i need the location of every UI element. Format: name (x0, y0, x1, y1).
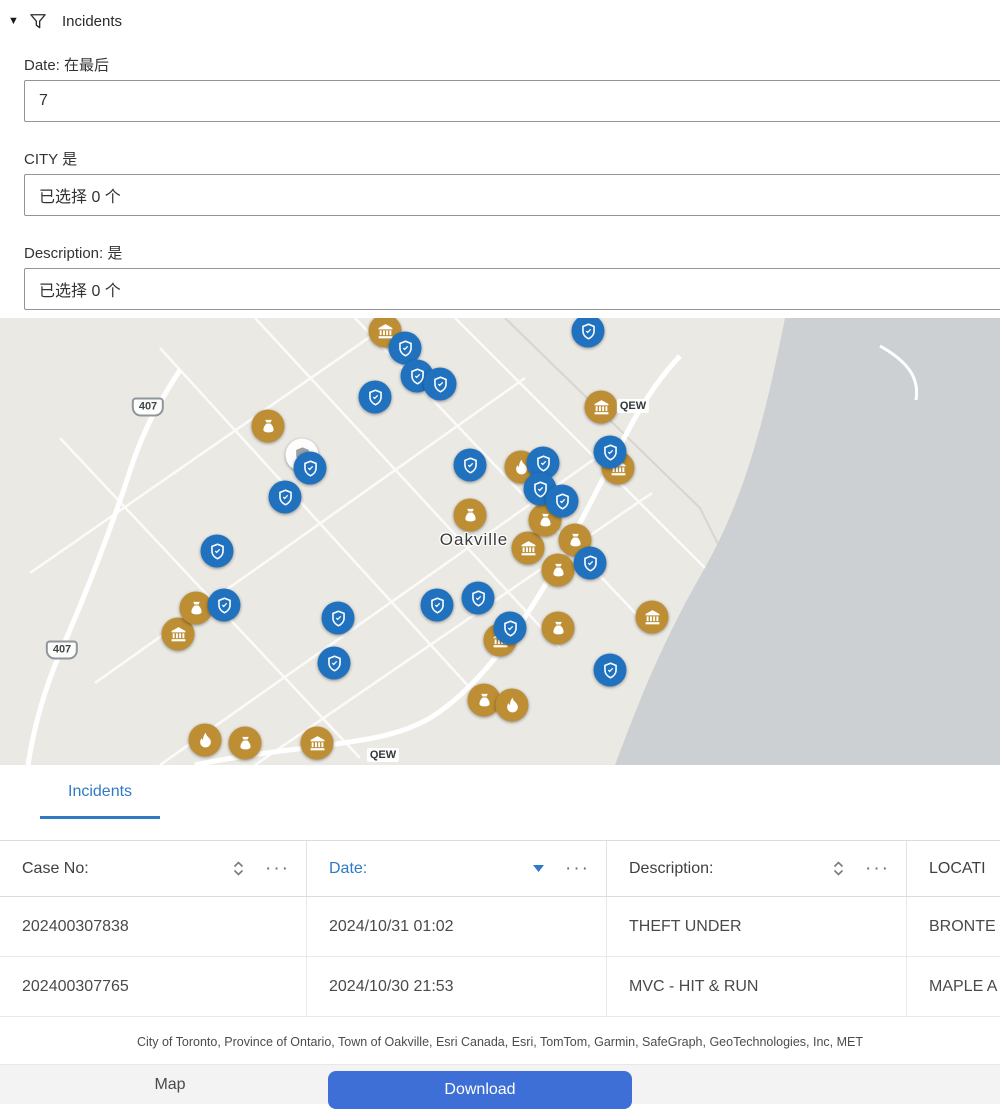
incident-marker-theft[interactable] (252, 410, 285, 443)
sort-icon[interactable] (832, 861, 845, 876)
filter-funnel-icon (28, 11, 48, 31)
incident-marker-theft[interactable] (542, 612, 575, 645)
incident-marker-police[interactable] (201, 535, 234, 568)
incident-marker-police[interactable] (594, 654, 627, 687)
filter-field-city: CITY 是 已选择 0 个 (24, 148, 1000, 216)
incident-marker-bank[interactable] (512, 532, 545, 565)
filter-field-date-label: Date: 在最后 (24, 54, 1000, 72)
filter-field-date: Date: 在最后 7 (24, 54, 1000, 122)
column-menu-icon[interactable]: ··· (265, 859, 290, 878)
incident-marker-police[interactable] (359, 381, 392, 414)
incident-marker-police[interactable] (454, 449, 487, 482)
filter-title: Incidents (62, 13, 122, 30)
city-select[interactable]: 已选择 0 个 (24, 174, 1000, 216)
incident-marker-theft[interactable] (542, 554, 575, 587)
incident-marker-bank[interactable] (636, 601, 669, 634)
table-cell: 2024/10/30 21:53 (307, 957, 607, 1016)
table-cell: MAPLE A (907, 957, 1000, 1016)
incident-marker-police[interactable] (574, 547, 607, 580)
highway-shield-407: 407 (132, 398, 164, 417)
column-menu-icon[interactable]: ··· (865, 859, 890, 878)
column-header-description[interactable]: Description: ··· (607, 841, 907, 896)
sort-icon[interactable] (232, 861, 245, 876)
table-row[interactable]: 2024003077652024/10/30 21:53MVC - HIT & … (0, 957, 1000, 1017)
incident-marker-police[interactable] (494, 612, 527, 645)
tab-incidents[interactable]: Incidents (40, 783, 160, 819)
highway-label-qew: QEW (617, 399, 649, 413)
filter-field-description-label: Description: 是 (24, 242, 1000, 260)
incident-marker-police[interactable] (208, 589, 241, 622)
incident-marker-theft[interactable] (454, 499, 487, 532)
footer-bar: Map Download (0, 1064, 1000, 1104)
column-menu-icon[interactable]: ··· (565, 859, 590, 878)
incident-marker-police[interactable] (318, 647, 351, 680)
city-label-oakville: Oakville (440, 530, 508, 550)
incident-marker-bank[interactable] (301, 727, 334, 760)
collapse-caret-icon[interactable]: ▼ (8, 15, 26, 27)
incidents-tbody: 2024003078382024/10/31 01:02THEFT UNDERB… (0, 897, 1000, 1017)
incident-marker-theft[interactable] (229, 727, 262, 760)
incident-marker-police[interactable] (424, 368, 457, 401)
table-header-row: Case No: ··· Date: ··· Description: ··· … (0, 841, 1000, 897)
incident-marker-bank[interactable] (585, 391, 618, 424)
incident-marker-police[interactable] (294, 452, 327, 485)
incident-marker-police[interactable] (594, 436, 627, 469)
incident-marker-police[interactable] (572, 318, 605, 348)
sort-desc-icon[interactable] (532, 864, 545, 873)
table-cell: 202400307765 (0, 957, 307, 1016)
description-select[interactable]: 已选择 0 个 (24, 268, 1000, 310)
table-tabbar: Incidents (0, 765, 1000, 841)
filter-header[interactable]: ▼ Incidents (0, 6, 1000, 36)
download-button[interactable]: Download (328, 1071, 632, 1109)
filter-field-description: Description: 是 已选择 0 个 (24, 242, 1000, 310)
incident-marker-fire[interactable] (189, 724, 222, 757)
date-value-input[interactable]: 7 (24, 80, 1000, 122)
incident-marker-police[interactable] (546, 485, 579, 518)
highway-label-qew: QEW (367, 748, 399, 762)
incident-marker-police[interactable] (322, 602, 355, 635)
table-row[interactable]: 2024003078382024/10/31 01:02THEFT UNDERB… (0, 897, 1000, 957)
incident-marker-police[interactable] (462, 582, 495, 615)
table-cell: BRONTE (907, 897, 1000, 956)
map-view[interactable]: Oakville 407 407 QEW QEW (0, 318, 1000, 765)
highway-shield-407: 407 (46, 641, 78, 660)
filter-field-city-label: CITY 是 (24, 148, 1000, 166)
incident-marker-fire[interactable] (496, 689, 529, 722)
filter-panel: ▼ Incidents Date: 在最后 7 CITY 是 已选择 0 个 D… (0, 0, 1000, 318)
incidents-table: Case No: ··· Date: ··· Description: ··· … (0, 841, 1000, 1017)
map-attribution: City of Toronto, Province of Ontario, To… (0, 1030, 1000, 1053)
table-cell: 202400307838 (0, 897, 307, 956)
column-header-location[interactable]: LOCATI (907, 841, 1000, 896)
table-cell: 2024/10/31 01:02 (307, 897, 607, 956)
table-cell: THEFT UNDER (607, 897, 907, 956)
incident-marker-police[interactable] (421, 589, 454, 622)
column-header-date[interactable]: Date: ··· (307, 841, 607, 896)
incident-marker-police[interactable] (269, 481, 302, 514)
table-cell: MVC - HIT & RUN (607, 957, 907, 1016)
map-view-button[interactable]: Map (154, 1076, 185, 1094)
column-header-case-no[interactable]: Case No: ··· (0, 841, 307, 896)
